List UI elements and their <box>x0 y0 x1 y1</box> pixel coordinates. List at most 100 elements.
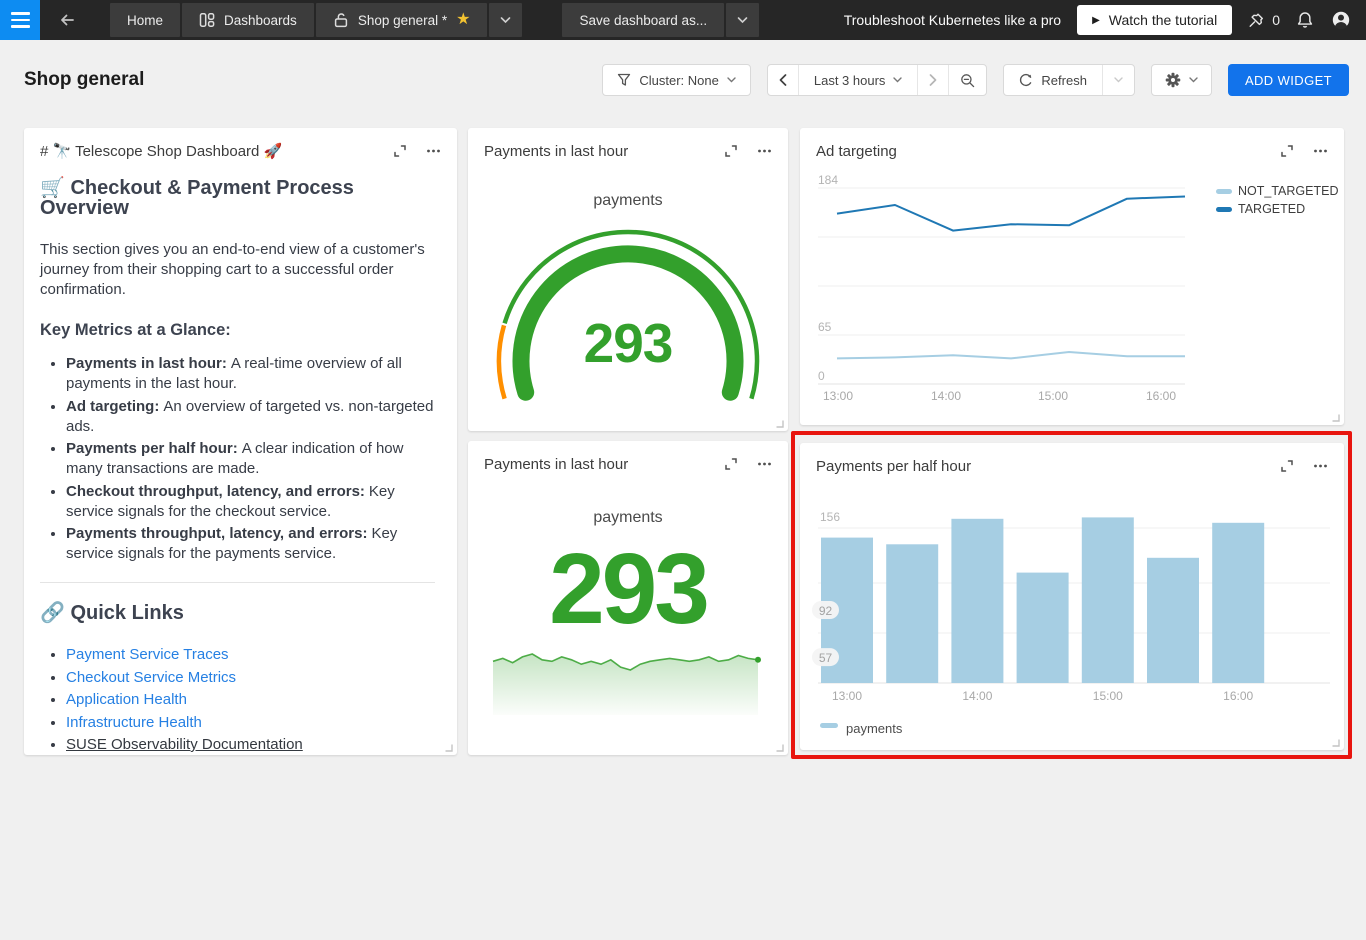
user-avatar-button[interactable] <box>1330 9 1352 31</box>
markdown-widget: # 🔭 Telescope Shop Dashboard 🚀 🛒 Checkou… <box>24 128 457 755</box>
payments-bar-chart[interactable]: 156925713:0014:0015:0016:00payments <box>800 443 1344 750</box>
time-back-button[interactable] <box>768 65 798 95</box>
list-item: Application Health <box>66 690 435 710</box>
widget-menu-button[interactable] <box>755 455 774 473</box>
markdown-content: 🛒 Checkout & Payment Process Overview Th… <box>40 172 435 758</box>
svg-text:156: 156 <box>820 510 840 524</box>
bell-icon <box>1296 11 1314 29</box>
payments-gauge-widget: Payments in last hour payments 293 <box>468 128 788 431</box>
watch-tutorial-button[interactable]: ▶ Watch the tutorial <box>1077 5 1232 35</box>
resize-handle[interactable] <box>1331 738 1340 747</box>
link-application-health[interactable]: Application Health <box>66 691 187 708</box>
chevron-down-icon <box>500 16 511 24</box>
dashboards-icon <box>199 12 215 28</box>
svg-text:65: 65 <box>818 320 832 334</box>
svg-text:NOT_TARGETED: NOT_TARGETED <box>1238 184 1338 198</box>
save-dashboard-as-label: Save dashboard as... <box>579 13 707 28</box>
dashboard-switcher-chevron[interactable] <box>489 3 522 37</box>
ad-targeting-chart[interactable]: 18465013:0014:0015:0016:00NOT_TARGETEDTA… <box>800 128 1344 425</box>
play-icon: ▶ <box>1092 15 1100 26</box>
chevron-down-icon <box>893 77 902 83</box>
time-forward-button[interactable] <box>918 65 948 95</box>
list-item: Infrastructure Health <box>66 713 435 733</box>
payments-sparkline-chart[interactable] <box>490 642 766 727</box>
time-range-group: Last 3 hours <box>767 64 988 96</box>
expand-widget-button[interactable] <box>722 142 740 160</box>
dashboard-settings-button[interactable] <box>1152 65 1211 95</box>
nav-tabs: Home Dashboards <box>110 3 522 37</box>
settings-group <box>1151 64 1212 96</box>
link-suse-observability-docs[interactable]: SUSE Observability Documentation <box>66 736 303 753</box>
link-checkout-service-metrics[interactable]: Checkout Service Metrics <box>66 669 236 686</box>
widget-title: Payments in last hour <box>484 143 628 160</box>
cluster-filter-button[interactable]: Cluster: None <box>603 65 749 95</box>
nav-tab-dashboards[interactable]: Dashboards <box>182 3 314 37</box>
ellipsis-icon <box>426 144 441 158</box>
widget-menu-button[interactable] <box>1311 457 1330 475</box>
time-range-button[interactable]: Last 3 hours <box>799 65 918 95</box>
expand-icon <box>393 144 407 158</box>
svg-text:92: 92 <box>819 604 833 618</box>
list-item: Checkout throughput, latency, and errors… <box>66 482 435 522</box>
widget-title: Payments per half hour <box>816 458 971 475</box>
widget-menu-button[interactable] <box>424 142 443 160</box>
link-payment-service-traces[interactable]: Payment Service Traces <box>66 646 229 663</box>
refresh-options-chevron[interactable] <box>1103 65 1134 95</box>
metrics-list: Payments in last hour:A real-time overvi… <box>40 354 435 564</box>
hamburger-menu-button[interactable] <box>0 0 40 40</box>
svg-text:57: 57 <box>819 651 833 665</box>
expand-widget-button[interactable] <box>722 455 740 473</box>
dashboards-label: Dashboards <box>224 13 297 28</box>
expand-widget-button[interactable] <box>1278 142 1296 160</box>
chevron-right-icon <box>929 74 937 86</box>
payments-value: 293 <box>468 535 788 643</box>
quick-links-list: Payment Service Traces Checkout Service … <box>40 645 435 755</box>
chevron-left-icon <box>779 74 787 86</box>
widget-title: Payments in last hour <box>484 456 628 473</box>
back-button[interactable] <box>50 3 84 37</box>
nav-tab-home[interactable]: Home <box>110 3 180 37</box>
ellipsis-icon <box>1313 459 1328 473</box>
unlock-icon <box>333 12 349 28</box>
expand-widget-button[interactable] <box>1278 457 1296 475</box>
notifications-button[interactable] <box>1296 11 1314 29</box>
home-label: Home <box>127 13 163 28</box>
save-group: Save dashboard as... <box>562 3 759 37</box>
resize-handle[interactable] <box>775 419 784 428</box>
link-infrastructure-health[interactable]: Infrastructure Health <box>66 714 202 731</box>
list-item: Payments in last hour:A real-time overvi… <box>66 354 435 394</box>
resize-handle[interactable] <box>1331 413 1340 422</box>
expand-widget-button[interactable] <box>391 142 409 160</box>
time-range-label: Last 3 hours <box>814 73 886 88</box>
current-dashboard-label: Shop general * <box>358 13 447 28</box>
add-widget-button[interactable]: ADD WIDGET <box>1228 64 1349 96</box>
promo-text: Troubleshoot Kubernetes like a pro <box>844 12 1061 28</box>
resize-handle[interactable] <box>775 743 784 752</box>
nav-tab-shop-general[interactable]: Shop general * ★ <box>316 3 488 37</box>
zoom-out-time-button[interactable] <box>949 65 986 95</box>
widget-menu-button[interactable] <box>755 142 774 160</box>
list-item: Payments throughput, latency, and errors… <box>66 524 435 564</box>
widget-menu-button[interactable] <box>1311 142 1330 160</box>
list-item: Payments per half hour:A clear indicatio… <box>66 439 435 479</box>
svg-text:13:00: 13:00 <box>823 389 853 403</box>
dashboard-screen: Home Dashboards <box>0 0 1366 940</box>
refresh-button[interactable]: Refresh <box>1004 65 1102 95</box>
favorite-star-icon: ★ <box>456 12 470 28</box>
hamburger-icon <box>11 12 30 15</box>
back-arrow-icon <box>59 12 76 28</box>
pinned-items-button[interactable]: 0 <box>1248 12 1280 29</box>
save-dashboard-as-button[interactable]: Save dashboard as... <box>562 3 724 37</box>
save-options-chevron[interactable] <box>726 3 759 37</box>
expand-icon <box>1280 144 1294 158</box>
refresh-group: Refresh <box>1003 64 1135 96</box>
expand-icon <box>1280 459 1294 473</box>
svg-text:0: 0 <box>818 369 825 383</box>
gauge-series-label: payments <box>468 192 788 210</box>
ellipsis-icon <box>1313 144 1328 158</box>
svg-text:TARGETED: TARGETED <box>1238 202 1305 216</box>
watch-tutorial-label: Watch the tutorial <box>1109 12 1217 28</box>
resize-handle[interactable] <box>444 743 453 752</box>
gauge-value: 293 <box>468 314 788 372</box>
metrics-heading: Key Metrics at a Glance: <box>40 320 435 340</box>
